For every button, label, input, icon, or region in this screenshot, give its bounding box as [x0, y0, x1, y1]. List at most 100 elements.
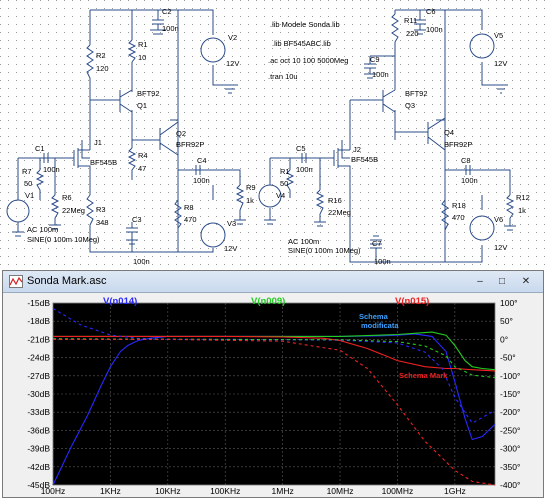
- v2-value: 12V: [226, 59, 239, 68]
- v4-ac-label: AC 100m: [288, 237, 319, 246]
- c3-value: 100n: [133, 257, 150, 266]
- y-left-tick-label: -18dB: [27, 316, 50, 326]
- y-left-tick-label: -42dB: [27, 462, 50, 472]
- r2-value: 120: [96, 64, 109, 73]
- c8-label: C8: [461, 156, 471, 165]
- y-left-tick-label: -27dB: [27, 371, 50, 381]
- y-right-tick-label: -200°: [500, 407, 520, 417]
- directive-line: .ac oct 10 100 5000Meg: [268, 56, 348, 65]
- y-right-tick-label: -150°: [500, 389, 520, 399]
- waveform-icon: [9, 275, 23, 288]
- c6-label: C6: [426, 7, 436, 16]
- r1-right-value: 50: [280, 179, 288, 188]
- v4-sine-label: SINE(0 100m 10Meg): [288, 246, 361, 255]
- r9-label: R9: [246, 183, 256, 192]
- r2-label: R2: [96, 51, 106, 60]
- r8-value: 470: [184, 215, 197, 224]
- legend-v-n009[interactable]: V(n009): [251, 296, 285, 307]
- r4-value: 47: [138, 164, 146, 173]
- v6-label: V6: [494, 215, 503, 224]
- r1-value: 10: [138, 53, 146, 62]
- c4-label: C4: [197, 156, 207, 165]
- y-right-tick-label: -100°: [500, 371, 520, 381]
- v4-label: V4: [276, 191, 285, 200]
- r7-value: 50: [24, 179, 32, 188]
- x-tick-label: 100KHz: [210, 486, 240, 496]
- c1-label: C1: [35, 144, 45, 153]
- y-left-tick-label: -36dB: [27, 425, 50, 435]
- r9-value: 1k: [246, 196, 254, 205]
- j2-label: J2: [353, 145, 361, 154]
- v2-label: V2: [228, 33, 237, 42]
- q1-model: BFT92: [137, 89, 160, 98]
- minimize-button[interactable]: –: [471, 274, 489, 289]
- waveform-window[interactable]: Sonda Mark.asc – □ ✕ 100Hz 1KHz 10KHz 100KH…: [2, 270, 544, 498]
- r7-label: R7: [22, 167, 32, 176]
- r6-value: 22Meg: [62, 206, 85, 215]
- v6-value: 12V: [494, 243, 507, 252]
- v1-ac-label: AC 100m: [27, 225, 58, 234]
- y-left-tick-label: -21dB: [27, 334, 50, 344]
- q4-label: Q4: [444, 128, 454, 137]
- legend-v-n015[interactable]: V(n015): [395, 296, 429, 307]
- c2-label: C2: [162, 7, 172, 16]
- directive-line: .lib Modele Sonda.lib: [270, 20, 340, 29]
- x-tick-label: 1KHz: [100, 486, 121, 496]
- q2-model: BFR92P: [176, 140, 204, 149]
- c3-label: C3: [132, 215, 142, 224]
- v1-sine-label: SINE(0 100m 10Meg): [27, 235, 100, 244]
- c1-value: 100n: [43, 165, 60, 174]
- x-tick-label: 10MHz: [327, 486, 354, 496]
- r18-label: R18: [452, 201, 466, 210]
- c2-value: 100n: [162, 24, 179, 33]
- plot-background: [3, 293, 543, 497]
- v5-value: 12V: [494, 59, 507, 68]
- r18-value: 470: [452, 213, 465, 222]
- legend-v-n014[interactable]: V(n014): [103, 296, 137, 307]
- q4-model: BFR92P: [444, 140, 472, 149]
- x-tick-label: 10KHz: [155, 486, 181, 496]
- r1-label: R1: [138, 40, 148, 49]
- c4-value: 100n: [193, 176, 210, 185]
- y-left-tick-label: -39dB: [27, 444, 50, 454]
- r12-label: R12: [516, 193, 530, 202]
- r3-label: R3: [96, 205, 106, 214]
- x-tick-label: 1MHz: [272, 486, 294, 496]
- y-right-tick-label: -250°: [500, 425, 520, 435]
- schematic-canvas[interactable]: C2 100n R1 10 R2 120 BFT92 Q1 V2 12V J1 …: [0, 0, 546, 270]
- directive-line: .tran 10u: [268, 72, 298, 81]
- r4-label: R4: [138, 151, 148, 160]
- c7-label: C7: [372, 239, 382, 248]
- c5-value: 100n: [296, 165, 313, 174]
- window-titlebar[interactable]: Sonda Mark.asc – □ ✕: [3, 271, 543, 293]
- y-right-tick-label: -50°: [500, 353, 516, 363]
- r3-value: 348: [96, 218, 109, 227]
- r8-label: R8: [184, 203, 194, 212]
- c8-value: 100n: [461, 176, 478, 185]
- y-left-tick-label: -24dB: [27, 353, 50, 363]
- bode-plot[interactable]: 100Hz 1KHz 10KHz 100KHz 1MHz 10MHz 100MHz 1GHz-…: [3, 293, 543, 497]
- v1-label: V1: [25, 191, 34, 200]
- y-right-tick-label: 100°: [500, 298, 518, 308]
- r11-label: R11: [404, 16, 417, 25]
- q3-model: BFT92: [405, 89, 428, 98]
- r1-right-label: R1: [280, 167, 290, 176]
- v5-label: V5: [494, 31, 503, 40]
- annotation-modificata: modificata: [361, 321, 399, 330]
- c7-value: 100n: [374, 257, 391, 266]
- y-left-tick-label: -15dB: [27, 298, 50, 308]
- y-right-tick-label: 50°: [500, 316, 513, 326]
- y-left-tick-label: -33dB: [27, 407, 50, 417]
- maximize-button[interactable]: □: [493, 274, 511, 289]
- c6-value: 100n: [426, 25, 443, 34]
- r6-label: R6: [62, 193, 72, 202]
- close-button[interactable]: ✕: [517, 274, 535, 289]
- window-title: Sonda Mark.asc: [27, 275, 107, 287]
- c5-label: C5: [296, 144, 306, 153]
- y-left-tick-label: -45dB: [27, 480, 50, 490]
- y-right-tick-label: -400°: [500, 480, 520, 490]
- q2-label: Q2: [176, 129, 186, 138]
- r11-value: 220: [406, 29, 419, 38]
- j2-model: BF545B: [351, 155, 378, 164]
- x-tick-label: 100MHz: [382, 486, 414, 496]
